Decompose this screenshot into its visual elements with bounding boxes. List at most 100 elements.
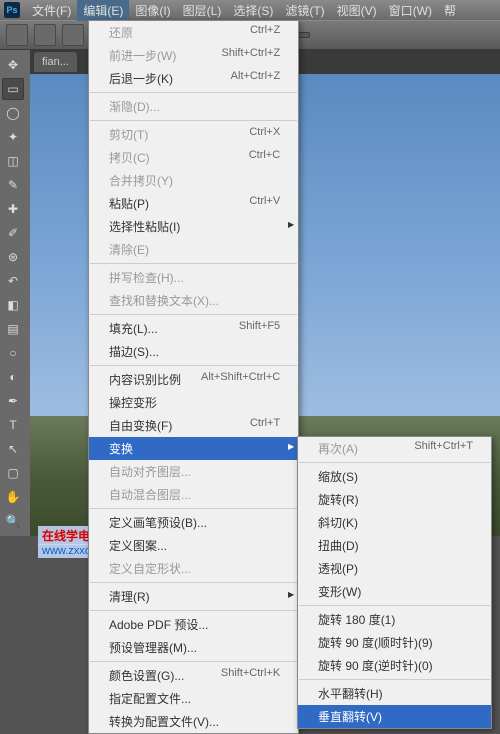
marquee-ellipse-icon[interactable] xyxy=(62,24,84,46)
transform-menu-item-13[interactable]: 水平翻转(H) xyxy=(298,682,491,705)
edit-menu-item-9[interactable]: 粘贴(P) Ctrl+V xyxy=(89,192,298,215)
menu-view[interactable]: 视图(V) xyxy=(331,0,383,21)
move-tool-icon[interactable]: ✥ xyxy=(2,54,24,76)
edit-menu-sep xyxy=(90,92,297,93)
history-brush-icon[interactable]: ↶ xyxy=(2,270,24,292)
edit-menu-sep xyxy=(90,610,297,611)
path-tool-icon[interactable]: ↖ xyxy=(2,438,24,460)
edit-menu-sep xyxy=(90,365,297,366)
edit-menu-item-14: 查找和替换文本(X)... xyxy=(89,289,298,312)
edit-menu-label: 前进一步(W) xyxy=(109,47,176,64)
menu-window[interactable]: 窗口(W) xyxy=(383,0,438,21)
transform-menu-label: 再次(A) xyxy=(318,440,358,457)
edit-menu-label: 自动对齐图层... xyxy=(109,463,191,480)
edit-menu-item-19[interactable]: 内容识别比例 Alt+Shift+Ctrl+C xyxy=(89,368,298,391)
crop-tool-icon[interactable]: ◫ xyxy=(2,150,24,172)
edit-menu-shortcut: Alt+Shift+Ctrl+C xyxy=(201,371,280,388)
gradient-tool-icon[interactable]: ▤ xyxy=(2,318,24,340)
transform-menu-label: 旋转(R) xyxy=(318,491,359,508)
transform-menu-item-10[interactable]: 旋转 90 度(顺时针)(9) xyxy=(298,631,491,654)
menu-image[interactable]: 图像(I) xyxy=(129,0,176,21)
edit-menu-label: 定义画笔预设(B)... xyxy=(109,514,207,531)
eraser-tool-icon[interactable]: ◧ xyxy=(2,294,24,316)
document-tab[interactable]: fian... xyxy=(34,52,77,72)
transform-menu-sep xyxy=(299,462,490,463)
edit-menu-item-32[interactable]: Adobe PDF 预设... xyxy=(89,613,298,636)
transform-menu-label: 旋转 180 度(1) xyxy=(318,611,395,628)
menu-help[interactable]: 帮 xyxy=(438,0,462,21)
edit-menu-item-30[interactable]: 清理(R) xyxy=(89,585,298,608)
dodge-tool-icon[interactable]: ◐ xyxy=(2,366,24,388)
transform-menu-item-5[interactable]: 扭曲(D) xyxy=(298,534,491,557)
edit-menu-item-2[interactable]: 后退一步(K) Alt+Ctrl+Z xyxy=(89,67,298,90)
edit-menu-item-33[interactable]: 预设管理器(M)... xyxy=(89,636,298,659)
edit-menu-item-27[interactable]: 定义图案... xyxy=(89,534,298,557)
transform-menu-item-4[interactable]: 斜切(K) xyxy=(298,511,491,534)
transform-menu-item-2[interactable]: 缩放(S) xyxy=(298,465,491,488)
stamp-tool-icon[interactable]: ⊛ xyxy=(2,246,24,268)
eyedropper-tool-icon[interactable]: ✎ xyxy=(2,174,24,196)
edit-menu-item-20[interactable]: 操控变形 xyxy=(89,391,298,414)
edit-menu-label: 预设管理器(M)... xyxy=(109,639,197,656)
edit-menu-shortcut: Ctrl+Z xyxy=(250,24,280,41)
edit-menu-label: 粘贴(P) xyxy=(109,195,149,212)
edit-menu-item-17[interactable]: 描边(S)... xyxy=(89,340,298,363)
edit-menu-label: 合并拷贝(Y) xyxy=(109,172,173,189)
transform-menu-label: 水平翻转(H) xyxy=(318,685,383,702)
edit-menu-shortcut: Ctrl+T xyxy=(250,417,280,434)
edit-menu-item-8: 合并拷贝(Y) xyxy=(89,169,298,192)
transform-menu-item-11[interactable]: 旋转 90 度(逆时针)(0) xyxy=(298,654,491,677)
transform-menu-label: 旋转 90 度(顺时针)(9) xyxy=(318,634,433,651)
edit-menu-label: 拼写检查(H)... xyxy=(109,269,184,286)
transform-menu-item-0: 再次(A) Shift+Ctrl+T xyxy=(298,437,491,460)
transform-menu-label: 变形(W) xyxy=(318,583,361,600)
edit-menu-item-22[interactable]: 变换 xyxy=(89,437,298,460)
edit-menu-item-21[interactable]: 自由变换(F)Ctrl+T xyxy=(89,414,298,437)
edit-menu-item-16[interactable]: 填充(L)...Shift+F5 xyxy=(89,317,298,340)
edit-menu-item-26[interactable]: 定义画笔预设(B)... xyxy=(89,511,298,534)
zoom-tool-icon[interactable]: 🔍 xyxy=(2,510,24,532)
edit-menu-item-36[interactable]: 指定配置文件... xyxy=(89,687,298,710)
wand-tool-icon[interactable]: ✦ xyxy=(2,126,24,148)
edit-menu-label: 后退一步(K) xyxy=(109,70,173,87)
blur-tool-icon[interactable]: ○ xyxy=(2,342,24,364)
brush-tool-icon[interactable]: ✐ xyxy=(2,222,24,244)
edit-menu-sep xyxy=(90,582,297,583)
edit-menu-sep xyxy=(90,508,297,509)
edit-menu-shortcut: Shift+Ctrl+Z xyxy=(222,47,281,64)
edit-menu-sep xyxy=(90,661,297,662)
heal-tool-icon[interactable]: ✚ xyxy=(2,198,24,220)
type-tool-icon[interactable]: T xyxy=(2,414,24,436)
edit-menu-shortcut: Alt+Ctrl+Z xyxy=(231,70,281,87)
edit-menu-label: 操控变形 xyxy=(109,394,157,411)
pen-tool-icon[interactable]: ✒ xyxy=(2,390,24,412)
tool-preset-icon[interactable] xyxy=(6,24,28,46)
transform-menu-shortcut: Shift+Ctrl+T xyxy=(414,440,473,457)
menu-edit[interactable]: 编辑(E) xyxy=(77,0,129,21)
edit-menu-item-28: 定义自定形状... xyxy=(89,557,298,580)
edit-menu-label: 指定配置文件... xyxy=(109,690,191,707)
edit-menu-shortcut: Ctrl+X xyxy=(249,126,280,143)
edit-menu-item-35[interactable]: 颜色设置(G)...Shift+Ctrl+K xyxy=(89,664,298,687)
hand-tool-icon[interactable]: ✋ xyxy=(2,486,24,508)
transform-menu-item-3[interactable]: 旋转(R) xyxy=(298,488,491,511)
transform-menu-item-6[interactable]: 透视(P) xyxy=(298,557,491,580)
menu-filter[interactable]: 滤镜(T) xyxy=(279,0,330,21)
marquee-rect-icon[interactable] xyxy=(34,24,56,46)
edit-menu-item-37[interactable]: 转换为配置文件(V)... xyxy=(89,710,298,733)
menu-file[interactable]: 文件(F) xyxy=(26,0,77,21)
edit-menu-item-10[interactable]: 选择性粘贴(I) xyxy=(89,215,298,238)
marquee-tool-icon[interactable]: ▭ xyxy=(2,78,24,100)
edit-menu-shortcut: Ctrl+V xyxy=(249,195,280,212)
menu-layer[interactable]: 图层(L) xyxy=(177,0,228,21)
lasso-tool-icon[interactable]: ◯ xyxy=(2,102,24,124)
edit-menu-label: 定义图案... xyxy=(109,537,167,554)
edit-menu-sep xyxy=(90,314,297,315)
shape-tool-icon[interactable]: ▢ xyxy=(2,462,24,484)
edit-menu-label: Adobe PDF 预设... xyxy=(109,616,208,633)
transform-menu-item-14[interactable]: 垂直翻转(V) xyxy=(298,705,491,728)
transform-menu-item-7[interactable]: 变形(W) xyxy=(298,580,491,603)
edit-menu-label: 内容识别比例 xyxy=(109,371,181,388)
transform-menu-item-9[interactable]: 旋转 180 度(1) xyxy=(298,608,491,631)
menu-select[interactable]: 选择(S) xyxy=(227,0,279,21)
